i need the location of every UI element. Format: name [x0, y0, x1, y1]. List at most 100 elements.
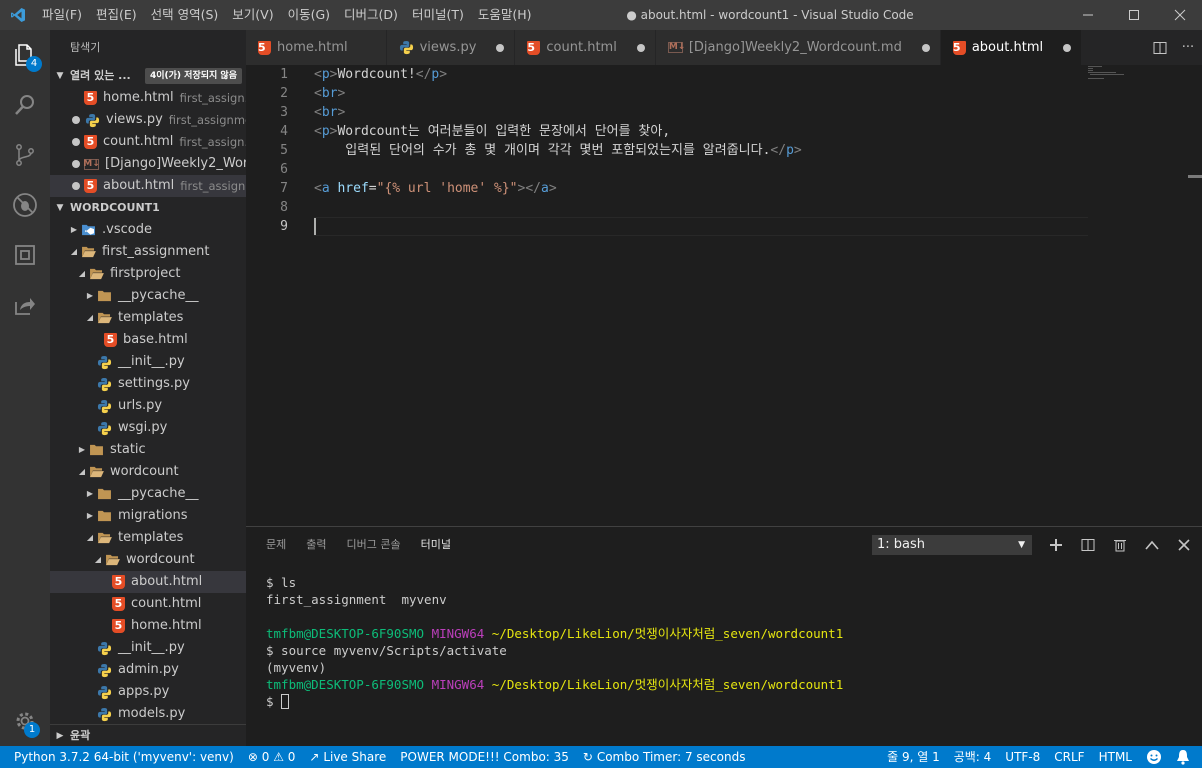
indentation[interactable]: 공백: 4: [947, 746, 999, 768]
unsaved-dot-icon[interactable]: [1063, 43, 1072, 52]
unsaved-dot-icon[interactable]: [921, 43, 930, 52]
unsaved-dot-icon[interactable]: [72, 160, 80, 168]
terminal-line: tmfbm@DESKTOP-6F90SMO MINGW64 ~/Desktop/…: [266, 625, 843, 642]
open-editor-item[interactable]: 5 home.html first_assign...: [50, 87, 246, 109]
menu-item[interactable]: 터미널(T): [405, 0, 471, 30]
minimap[interactable]: [1088, 65, 1188, 85]
outline-header[interactable]: ▶ 윤곽: [50, 724, 246, 746]
terminal-output[interactable]: $ ls first_assignment myvenv tmfbm@DESKTO…: [266, 574, 843, 710]
tab-count-html[interactable]: 5 count.html: [515, 30, 656, 65]
menu-item[interactable]: 보기(V): [225, 0, 280, 30]
tree-item[interactable]: ◢ templates: [50, 527, 246, 549]
python-interpreter[interactable]: Python 3.7.2 64-bit ('myvenv': venv): [0, 746, 241, 768]
minimize-icon[interactable]: [1064, 0, 1112, 30]
unsaved-dot-icon[interactable]: [72, 138, 80, 146]
explorer-icon[interactable]: 4: [0, 30, 50, 80]
encoding[interactable]: UTF-8: [998, 746, 1047, 768]
tree-item[interactable]: ◢ wordcount: [50, 549, 246, 571]
tree-item[interactable]: ◢ wordcount: [50, 461, 246, 483]
unsaved-dot-icon[interactable]: [496, 43, 505, 52]
unsaved-dot-icon[interactable]: [636, 43, 645, 52]
tree-item[interactable]: 5 home.html: [50, 615, 246, 637]
tree-item-name: models.py: [118, 706, 186, 721]
panel-tab[interactable]: 출력: [306, 527, 326, 562]
more-actions-icon[interactable]: ···: [1174, 40, 1202, 55]
notifications-bell-icon[interactable]: [1169, 746, 1202, 768]
terminal-cursor: [281, 694, 290, 709]
trash-icon[interactable]: [1110, 535, 1130, 555]
tree-item[interactable]: ▶ .vscode: [50, 219, 246, 241]
panel-tab[interactable]: 터미널: [421, 527, 451, 562]
tree-item[interactable]: settings.py: [50, 373, 246, 395]
code-text: 입력된 단어의 수가 총 몇 개이며 각각 몇번 포함되었는지를 알려줍니다.<…: [314, 141, 801, 160]
tab-views-py[interactable]: views.py: [386, 30, 516, 65]
menu-item[interactable]: 선택 영역(S): [144, 0, 226, 30]
open-editor-item[interactable]: views.py first_assignme...: [50, 109, 246, 131]
tab--django-weekly2-wordcount-md[interactable]: M↓ [Django]Weekly2_Wordcount.md: [655, 30, 941, 65]
terminal-line: (myvenv): [266, 659, 843, 676]
menu-item[interactable]: 편집(E): [89, 0, 144, 30]
scrollbar-indicator[interactable]: [1188, 175, 1202, 178]
line-ending[interactable]: CRLF: [1047, 746, 1091, 768]
tree-item[interactable]: apps.py: [50, 681, 246, 703]
split-editor-icon[interactable]: [1146, 41, 1174, 55]
terminal-select[interactable]: 1: bash ▼: [872, 535, 1032, 555]
open-editor-item[interactable]: 5 about.html first_assign...: [50, 175, 246, 197]
search-icon[interactable]: [0, 80, 50, 130]
code-line: 7 <a href="{% url 'home' %}"></a>: [246, 179, 1202, 198]
menu-item[interactable]: 디버그(D): [337, 0, 405, 30]
open-editor-item[interactable]: 5 count.html first_assign...: [50, 131, 246, 153]
tree-item[interactable]: urls.py: [50, 395, 246, 417]
unsaved-dot-icon[interactable]: [72, 182, 80, 190]
panel-tab[interactable]: 디버그 콘솔: [347, 527, 401, 562]
panel-tab[interactable]: 문제: [266, 527, 286, 562]
debug-icon[interactable]: [0, 180, 50, 230]
menu-item[interactable]: 도움말(H): [471, 0, 539, 30]
extensions-icon[interactable]: [0, 230, 50, 280]
tree-item[interactable]: ◢ firstproject: [50, 263, 246, 285]
problems-indicator[interactable]: ⊗ 0 ⚠ 0: [241, 746, 303, 768]
tree-item[interactable]: ▶ static: [50, 439, 246, 461]
feedback-smiley-icon[interactable]: [1139, 746, 1169, 768]
close-tab-icon[interactable]: [368, 44, 376, 52]
code-editor[interactable]: 1 <p>Wordcount!</p> 2 <br> 3 <br> 4 <p>Wordcoun…: [246, 65, 1202, 526]
tree-item[interactable]: __init__.py: [50, 351, 246, 373]
tree-item[interactable]: 5 base.html: [50, 329, 246, 351]
tab-about-html[interactable]: 5 about.html: [940, 30, 1083, 65]
tree-item[interactable]: ▶ migrations: [50, 505, 246, 527]
tab-home-html[interactable]: 5 home.html: [246, 30, 387, 65]
tree-item[interactable]: __init__.py: [50, 637, 246, 659]
cursor-position[interactable]: 줄 9, 열 1: [880, 746, 947, 768]
tree-item[interactable]: ▶ __pycache__: [50, 483, 246, 505]
close-panel-icon[interactable]: [1174, 535, 1194, 555]
live-share-button[interactable]: ↗ Live Share: [302, 746, 393, 768]
tree-item[interactable]: models.py: [50, 703, 246, 725]
new-terminal-icon[interactable]: [1046, 535, 1066, 555]
source-control-icon[interactable]: [0, 130, 50, 180]
close-window-icon[interactable]: [1156, 0, 1202, 30]
python-file-icon: [399, 40, 414, 55]
menu-item[interactable]: 파일(F): [35, 0, 89, 30]
open-editor-item[interactable]: M↓ [Django]Weekly2_Wor...: [50, 153, 246, 175]
menu-item[interactable]: 이동(G): [281, 0, 337, 30]
folder-header[interactable]: ▼ WORDCOUNT1: [50, 197, 246, 219]
split-terminal-icon[interactable]: [1078, 535, 1098, 555]
tree-item[interactable]: ◢ templates: [50, 307, 246, 329]
code-token: >: [337, 105, 346, 120]
maximize-icon[interactable]: [1110, 0, 1158, 30]
live-share-icon[interactable]: [0, 280, 50, 330]
tree-item[interactable]: 5 about.html: [50, 571, 246, 593]
open-editors-header[interactable]: ▼ 열려 있는 ... 4이(가) 저장되지 않음: [50, 65, 246, 87]
tree-item[interactable]: ◢ first_assignment: [50, 241, 246, 263]
chevron-right-icon: ▶: [78, 445, 86, 454]
settings-gear-icon[interactable]: 1: [0, 696, 50, 746]
chevron-down-icon: ◢: [78, 269, 86, 278]
unsaved-dot-icon[interactable]: [72, 116, 80, 124]
tree-item[interactable]: admin.py: [50, 659, 246, 681]
tree-item[interactable]: 5 count.html: [50, 593, 246, 615]
tree-item[interactable]: wsgi.py: [50, 417, 246, 439]
line-number: 1: [280, 67, 288, 82]
language-mode[interactable]: HTML: [1092, 746, 1139, 768]
tree-item[interactable]: ▶ __pycache__: [50, 285, 246, 307]
maximize-panel-icon[interactable]: [1142, 535, 1162, 555]
